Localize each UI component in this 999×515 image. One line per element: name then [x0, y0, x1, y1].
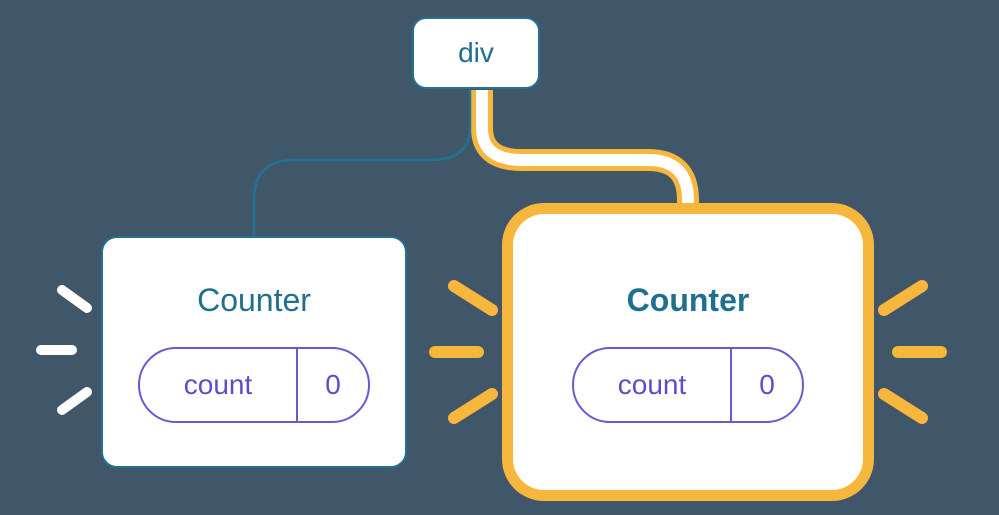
spark-line	[454, 394, 492, 418]
counter-node-left: Counter count 0	[101, 236, 407, 468]
connector-right-outer	[482, 90, 688, 225]
root-node-div: div	[412, 17, 540, 89]
root-node-label: div	[458, 37, 494, 69]
spark-line	[62, 392, 87, 410]
spark-line	[884, 286, 922, 310]
connector-left	[254, 90, 470, 236]
counter-title: Counter	[627, 282, 750, 319]
state-pill: count 0	[138, 347, 370, 423]
counter-node-right-highlighted: Counter count 0	[524, 225, 852, 479]
connector-right-inner	[482, 90, 688, 225]
state-value: 0	[296, 349, 368, 421]
state-pill: count 0	[572, 347, 804, 423]
counter-title: Counter	[197, 282, 311, 319]
spark-line	[62, 290, 87, 308]
state-value: 0	[730, 349, 802, 421]
spark-line	[884, 394, 922, 418]
state-label: count	[574, 369, 730, 401]
spark-line	[454, 286, 492, 310]
component-tree-diagram: div Counter count 0 Counter count 0	[0, 0, 999, 515]
state-label: count	[140, 369, 296, 401]
